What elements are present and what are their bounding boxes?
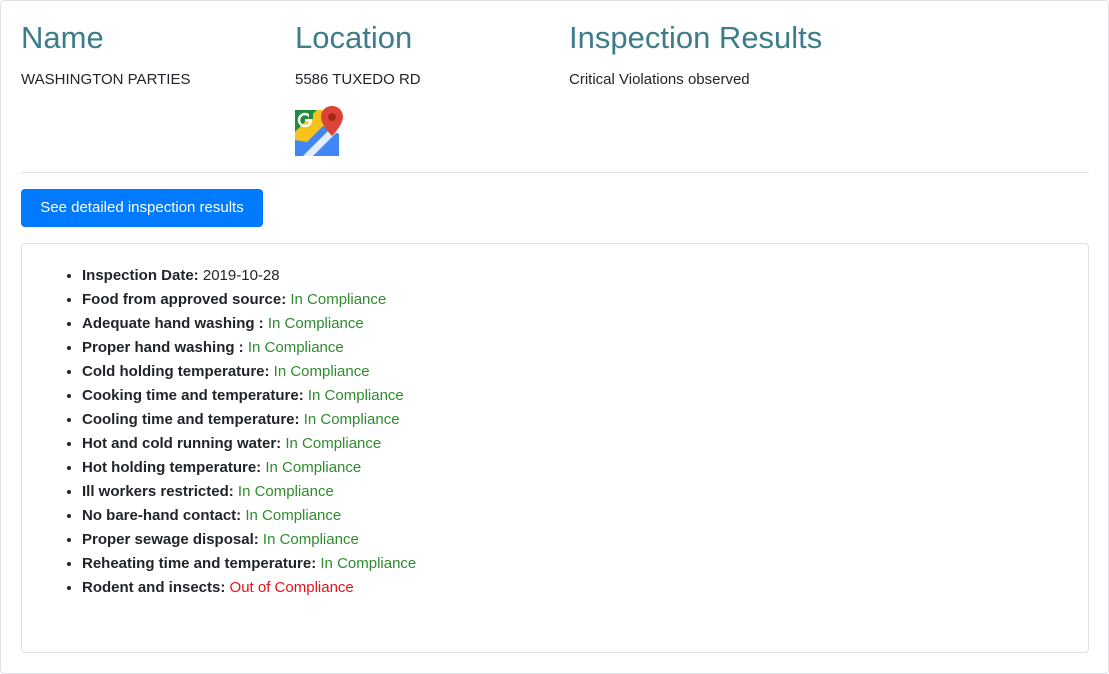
- item-status: Out of Compliance: [229, 579, 354, 596]
- list-item: Proper hand washing : In Compliance: [82, 336, 416, 360]
- list-item: Adequate hand washing : In Compliance: [82, 312, 416, 336]
- item-status: In Compliance: [245, 507, 342, 524]
- item-status: In Compliance: [273, 363, 370, 380]
- inspection-date-label: Inspection Date:: [82, 267, 199, 284]
- item-status: In Compliance: [303, 411, 400, 428]
- list-item: Rodent and insects: Out of Compliance: [82, 576, 416, 600]
- item-label: Ill workers restricted:: [82, 483, 234, 500]
- item-label: Cooking time and temperature:: [82, 387, 304, 404]
- google-maps-icon[interactable]: [295, 106, 345, 156]
- item-label: Rodent and insects:: [82, 579, 226, 596]
- results-summary: Critical Violations observed: [569, 71, 750, 88]
- item-label: Proper sewage disposal:: [82, 531, 259, 548]
- item-status: In Compliance: [237, 483, 334, 500]
- item-label: Reheating time and temperature:: [82, 555, 317, 572]
- item-label: Hot holding temperature:: [82, 459, 262, 476]
- see-detailed-results-button[interactable]: See detailed inspection results: [21, 189, 263, 227]
- list-item: Hot and cold running water: In Complianc…: [82, 432, 416, 456]
- list-item: Cooking time and temperature: In Complia…: [82, 384, 416, 408]
- inspection-results-list: Inspection Date: 2019-10-28 Food from ap…: [61, 264, 416, 600]
- list-item: Proper sewage disposal: In Compliance: [82, 528, 416, 552]
- list-item: No bare-hand contact: In Compliance: [82, 504, 416, 528]
- list-item: Hot holding temperature: In Compliance: [82, 456, 416, 480]
- item-label: Cooling time and temperature:: [82, 411, 300, 428]
- item-status: In Compliance: [320, 555, 417, 572]
- item-status: In Compliance: [285, 435, 382, 452]
- location-column: Location 5586 TUXEDO RD: [295, 18, 421, 90]
- list-item-inspection-date: Inspection Date: 2019-10-28: [82, 264, 416, 288]
- item-status: In Compliance: [267, 315, 364, 332]
- item-label: No bare-hand contact:: [82, 507, 242, 524]
- list-item: Reheating time and temperature: In Compl…: [82, 552, 416, 576]
- results-heading: Inspection Results: [569, 20, 823, 55]
- location-heading: Location: [295, 20, 413, 55]
- item-label: Proper hand washing :: [82, 339, 244, 356]
- list-item: Ill workers restricted: In Compliance: [82, 480, 416, 504]
- name-heading: Name: [21, 20, 104, 55]
- item-status: In Compliance: [265, 459, 362, 476]
- list-item: Food from approved source: In Compliance: [82, 288, 416, 312]
- item-label: Adequate hand washing :: [82, 315, 264, 332]
- list-item: Cold holding temperature: In Compliance: [82, 360, 416, 384]
- section-divider: [21, 172, 1089, 173]
- list-item: Cooling time and temperature: In Complia…: [82, 408, 416, 432]
- item-label: Hot and cold running water:: [82, 435, 282, 452]
- item-label: Cold holding temperature:: [82, 363, 270, 380]
- item-status: In Compliance: [262, 531, 359, 548]
- item-status: In Compliance: [247, 339, 344, 356]
- item-label: Food from approved source:: [82, 291, 287, 308]
- item-status: In Compliance: [290, 291, 387, 308]
- inspection-date-value: 2019-10-28: [202, 267, 280, 284]
- establishment-address: 5586 TUXEDO RD: [295, 71, 421, 88]
- name-column: Name WASHINGTON PARTIES: [21, 18, 190, 90]
- results-column: Inspection Results Critical Violations o…: [569, 18, 822, 90]
- establishment-name: WASHINGTON PARTIES: [21, 71, 191, 88]
- item-status: In Compliance: [307, 387, 404, 404]
